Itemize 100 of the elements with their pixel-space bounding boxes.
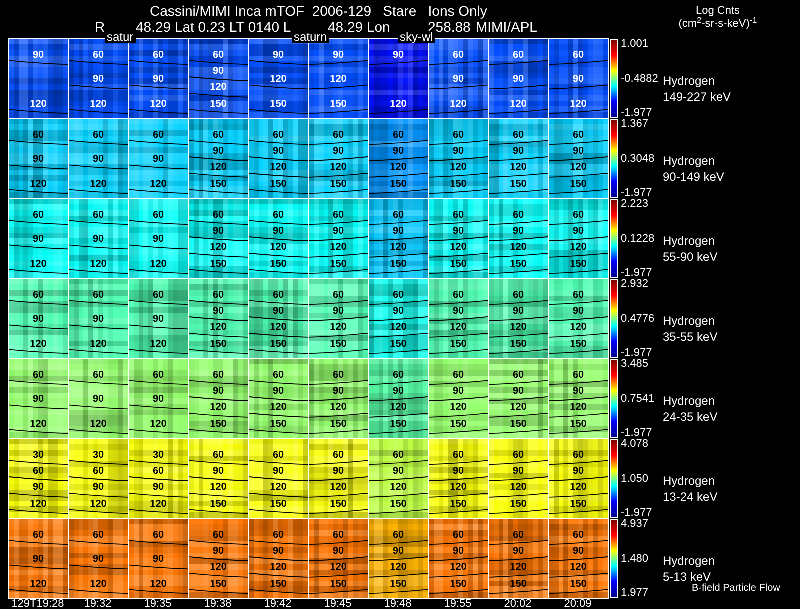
contour-label: 150 [450, 340, 467, 350]
position-info: R [95, 20, 106, 34]
time-label: 129T19:28 [10, 599, 66, 609]
contour-lines-drawing [249, 540, 308, 594]
contour-label: 60 [152, 530, 164, 541]
contour-label: 60 [392, 450, 404, 461]
contour-label: 90 [92, 75, 104, 86]
contour-label: 150 [330, 500, 347, 510]
contour-lines-drawing [9, 460, 68, 514]
contour-label: 90 [32, 395, 44, 406]
contour-label: 90 [272, 307, 284, 317]
contour-label: 150 [390, 260, 407, 270]
contour-label: 60 [392, 130, 404, 141]
contour-label: 120 [270, 75, 287, 86]
scale-value: 1.001 [621, 39, 650, 50]
energy-range: 55-90 keV [663, 249, 718, 266]
contour-lines-drawing [189, 380, 248, 434]
contour-label: 150 [330, 340, 347, 350]
contour-label: 60 [512, 130, 524, 141]
contour-label: 120 [390, 403, 407, 414]
contour-label: 60 [512, 530, 524, 541]
contour-label: 120 [450, 100, 467, 110]
contour-label: 90 [512, 75, 524, 86]
contour-label: 150 [570, 580, 587, 590]
contour-label: 60 [152, 210, 164, 221]
contour-lines-drawing [429, 540, 488, 594]
time-label: 20:09 [563, 599, 593, 609]
contour-label: 120 [150, 100, 167, 110]
contour-label: 120 [90, 180, 107, 190]
contour-label: 90 [332, 147, 344, 157]
contour-label: 60 [32, 130, 44, 141]
contour-lines-drawing [309, 60, 368, 114]
contour-label: 120 [510, 403, 527, 414]
species-label: Hydrogen [663, 313, 716, 330]
contour-label: 60 [92, 50, 104, 61]
contour-lines-drawing [249, 300, 308, 354]
contour-label: 60 [272, 130, 284, 141]
contour-label: 90 [332, 307, 344, 317]
contour-label: 60 [92, 210, 104, 221]
contour-label: 90 [572, 307, 584, 317]
contour-lines-drawing [129, 380, 188, 434]
contour-label: 60 [272, 290, 284, 301]
contour-lines-drawing [369, 300, 428, 354]
contour-label: 90 [392, 227, 404, 237]
contour-label: 60 [572, 370, 584, 381]
contour-label: 90 [452, 307, 464, 317]
contour-label: 90 [512, 307, 524, 317]
scale-value: 1.367 [621, 119, 650, 130]
contour-lines-drawing [129, 60, 188, 114]
contour-lines-drawing [549, 380, 608, 434]
contour-lines-drawing [429, 60, 488, 114]
contour-label: 120 [210, 483, 227, 494]
contour-label: 120 [150, 580, 167, 590]
contour-label: 60 [212, 370, 224, 381]
contour-label: 150 [270, 100, 287, 110]
contour-label: 150 [210, 580, 227, 590]
contour-lines-drawing [129, 300, 188, 354]
contour-label: 90 [332, 50, 344, 61]
contour-label: 90 [392, 467, 404, 477]
contour-lines-drawing [549, 60, 608, 114]
time-label: 20:02 [503, 599, 533, 609]
contour-label: 120 [510, 483, 527, 494]
scale-value: 0.4776 [621, 314, 656, 324]
contour-lines-drawing [129, 460, 188, 514]
energy-range: 149-227 keV [663, 89, 732, 106]
scale-value: 1.977 [621, 588, 650, 599]
contour-label: 60 [332, 290, 344, 301]
contour-lines-drawing [9, 300, 68, 354]
contour-label: 60 [92, 530, 104, 541]
contour-label: 150 [510, 260, 527, 270]
scale-value: -0.4882 [621, 74, 660, 84]
contour-label: 90 [32, 235, 44, 246]
contour-label: 150 [510, 580, 527, 590]
contour-label: 60 [572, 530, 584, 541]
contour-label: 120 [570, 243, 587, 254]
contour-label: 90 [272, 227, 284, 237]
contour-label: 120 [270, 483, 287, 494]
overlay-label: sky-wl [398, 31, 436, 43]
contour-lines-drawing [69, 140, 128, 194]
contour-lines-drawing [489, 380, 548, 434]
contour-lines-drawing [369, 460, 428, 514]
contour-lines-drawing [489, 220, 548, 274]
contour-label: 120 [270, 563, 287, 574]
contour-label: 60 [512, 50, 524, 61]
species-label: Hydrogen [663, 473, 716, 490]
scale-value: -1.977 [621, 108, 654, 119]
contour-label: 90 [32, 555, 44, 566]
contour-label: 60 [392, 290, 404, 301]
contour-lines-drawing [9, 220, 68, 274]
contour-label: 90 [32, 50, 44, 61]
contour-label: 150 [270, 500, 287, 510]
species-label: Hydrogen [663, 553, 716, 570]
contour-label: 90 [452, 147, 464, 157]
contour-label: 150 [330, 580, 347, 590]
contour-label: 150 [210, 180, 227, 190]
contour-label: 60 [572, 450, 584, 461]
species-label: Hydrogen [663, 393, 716, 410]
position-info: MIMI/APL [476, 20, 538, 34]
contour-label: 90 [452, 467, 464, 477]
contour-label: 60 [452, 290, 464, 301]
